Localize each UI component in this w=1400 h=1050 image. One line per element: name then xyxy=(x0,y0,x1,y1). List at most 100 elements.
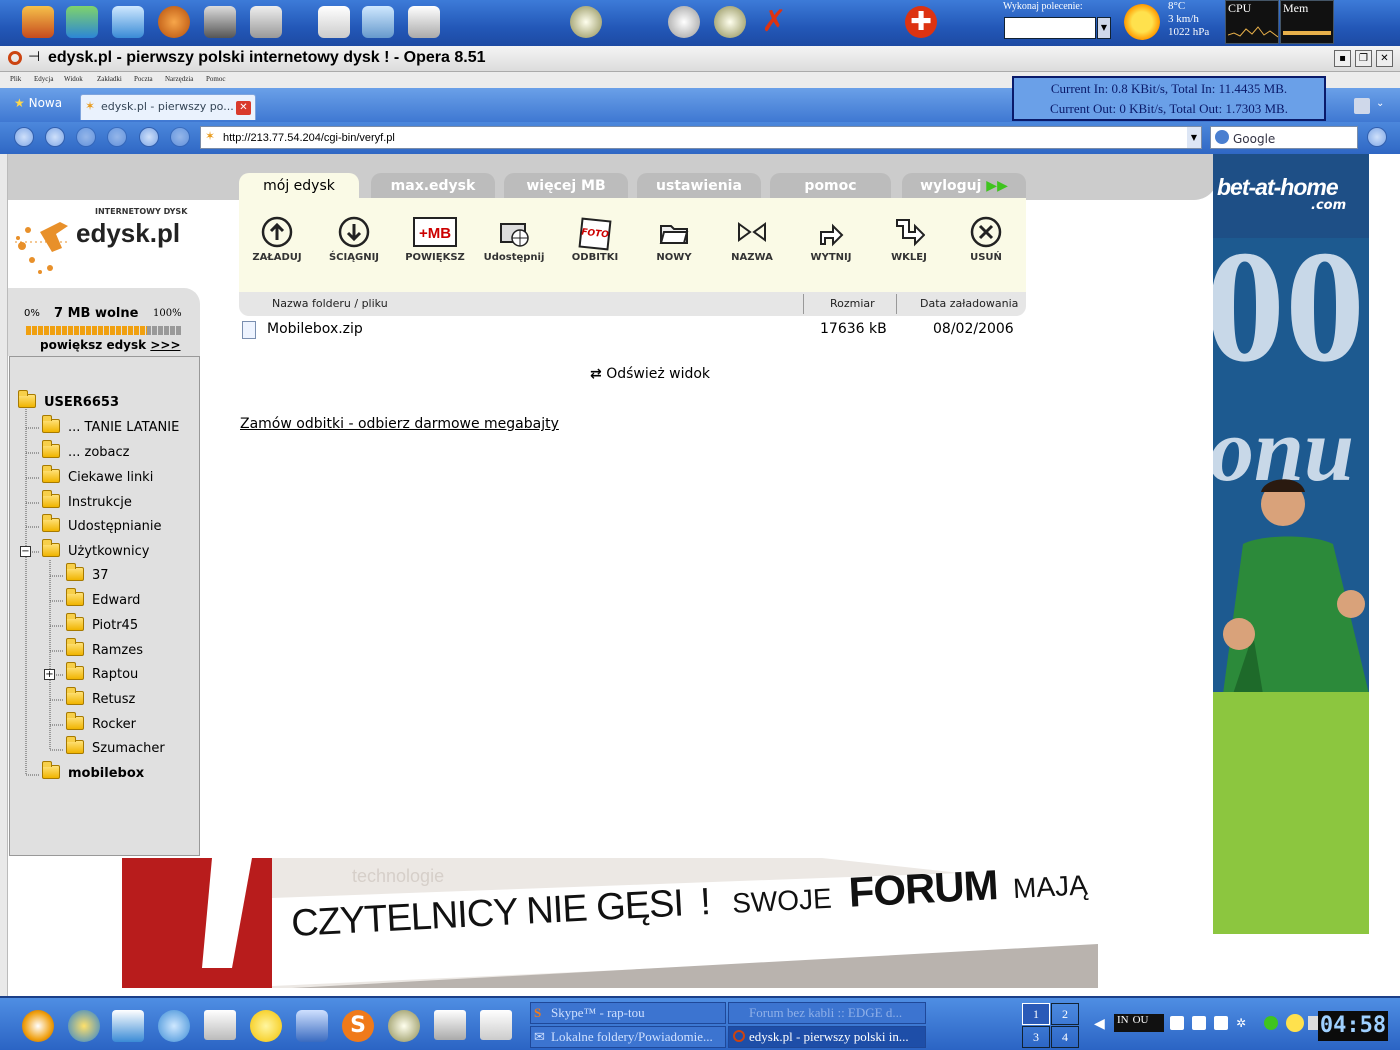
rename-button[interactable]: NAZWA xyxy=(717,216,787,263)
home-button[interactable] xyxy=(170,127,190,147)
trash-icon[interactable] xyxy=(1354,98,1370,114)
minimize-button[interactable]: ▪ xyxy=(1334,50,1351,67)
tab-my-edysk[interactable]: mój edysk xyxy=(239,173,359,200)
gear-icon[interactable] xyxy=(388,1010,420,1042)
bet-at-home-ad[interactable]: bet-at-home .com 00 onu xyxy=(1213,154,1369,934)
desktop-1-button[interactable]: 1 xyxy=(1022,1003,1050,1025)
upload-button[interactable]: ZAŁADUJ xyxy=(242,216,312,263)
tray-icon[interactable] xyxy=(1286,1014,1304,1032)
tray-icon[interactable] xyxy=(1214,1016,1228,1030)
tree-user[interactable]: Szumacher xyxy=(66,736,165,760)
monitor-icon[interactable] xyxy=(204,6,236,38)
search-go-button[interactable] xyxy=(1367,127,1387,147)
paste-button[interactable]: WKLEJ xyxy=(874,216,944,263)
tree-item[interactable]: Udostępnianie xyxy=(42,514,162,538)
tab-edysk[interactable]: ✶ edysk.pl - pierwszy po... ✕ xyxy=(80,94,256,120)
search-input[interactable]: Google xyxy=(1210,126,1358,149)
new-tab-button[interactable]: ★ Nowa xyxy=(14,96,62,110)
home-icon[interactable] xyxy=(112,6,144,38)
tray-icon[interactable] xyxy=(1170,1016,1184,1030)
tree-item[interactable]: Instrukcje xyxy=(42,490,132,514)
site-logo[interactable]: INTERNETOWY DYSK edysk.pl xyxy=(8,200,208,288)
start-icon[interactable] xyxy=(22,1010,54,1042)
task-forum[interactable]: Forum bez kabli :: EDGE d... xyxy=(728,1002,926,1024)
address-input[interactable]: ✶ http://213.77.54.204/cgi-bin/veryf.pl … xyxy=(200,126,1202,149)
tree-item[interactable]: mobilebox xyxy=(42,761,144,785)
firefox-icon[interactable] xyxy=(158,6,190,38)
tree-item[interactable]: − Użytkownicy xyxy=(20,539,149,563)
drive-icon[interactable] xyxy=(434,1010,466,1040)
desktop-3-button[interactable]: 3 xyxy=(1022,1026,1050,1048)
tree-user[interactable]: Ramzes xyxy=(66,638,143,662)
tree-item[interactable]: Ciekawe linki xyxy=(42,465,153,489)
menu-file[interactable]: Plik xyxy=(10,75,21,83)
tree-root[interactable]: USER6653 xyxy=(18,390,119,414)
tab-logout[interactable]: wyloguj ▶▶ xyxy=(902,173,1026,200)
skype-icon[interactable]: S xyxy=(342,1010,374,1042)
tab-max-edysk[interactable]: max.edysk xyxy=(371,173,495,200)
col-date-header[interactable]: Data załadowania xyxy=(920,297,1018,310)
menu-edit[interactable]: Edycja xyxy=(34,75,53,83)
document-icon[interactable] xyxy=(318,6,350,38)
enlarge-button[interactable]: +MB POWIĘKSZ xyxy=(400,216,470,263)
close-icon[interactable]: ✚ xyxy=(905,6,937,38)
file-row[interactable]: Mobilebox.zip 17636 kB 08/02/2006 xyxy=(239,319,1026,341)
promo-link[interactable]: Zamów odbitki - odbierz darmowe megabajt… xyxy=(240,416,559,432)
tree-user[interactable]: Edward xyxy=(66,588,140,612)
tray-gear-icon[interactable]: ✲ xyxy=(1236,1016,1250,1030)
stopwatch-icon[interactable] xyxy=(668,6,700,38)
file-name[interactable]: Mobilebox.zip xyxy=(267,321,363,337)
close-tab-icon[interactable]: ✕ xyxy=(236,101,251,115)
prints-button[interactable]: FOTO ODBITKI xyxy=(560,216,630,263)
task-skype[interactable]: S Skype™ - rap-tou xyxy=(530,1002,726,1024)
forward-button[interactable] xyxy=(76,127,96,147)
forum-banner-ad[interactable]: technologie CZYTELNICY NIE GĘSI ! SWOJE … xyxy=(122,858,1098,988)
new-folder-button[interactable]: NOWY xyxy=(639,216,709,263)
news-icon[interactable] xyxy=(480,1010,512,1040)
tree-user[interactable]: Piotr45 xyxy=(66,613,138,637)
restore-button[interactable]: ❐ xyxy=(1355,50,1372,67)
window-icon[interactable] xyxy=(250,6,282,38)
tab-settings[interactable]: ustawienia xyxy=(637,173,761,200)
delete-button[interactable]: USUŃ xyxy=(951,216,1021,263)
search-icon[interactable] xyxy=(158,1010,190,1042)
cut-button[interactable]: WYTNIJ xyxy=(796,216,866,263)
box-icon[interactable] xyxy=(22,6,54,38)
tab-help[interactable]: pomoc xyxy=(770,173,891,200)
status-icon[interactable] xyxy=(1264,1016,1278,1030)
pin-icon[interactable]: ⊣ xyxy=(28,49,40,65)
volume-icon[interactable]: ◀ xyxy=(1094,1016,1105,1032)
tree-user[interactable]: Rocker xyxy=(66,712,136,736)
task-opera[interactable]: edysk.pl - pierwszy polski in... xyxy=(728,1026,926,1048)
task-mail[interactable]: ✉ Lokalne foldery/Powiadomie... xyxy=(530,1026,726,1048)
home-icon[interactable] xyxy=(112,1010,144,1042)
desktop-2-button[interactable]: 2 xyxy=(1051,1003,1079,1025)
tray-icon[interactable] xyxy=(1308,1016,1318,1030)
tree-item[interactable]: ... zobacz xyxy=(42,440,130,464)
col-name-header[interactable]: Nazwa folderu / pliku xyxy=(272,297,388,310)
refresh-view-link[interactable]: ⇄ Odśwież widok xyxy=(590,366,710,382)
x-icon[interactable]: ✗ xyxy=(758,6,790,38)
calendar-icon[interactable] xyxy=(1192,1016,1206,1030)
run-command-input[interactable] xyxy=(1004,17,1096,39)
close-window-button[interactable]: ✕ xyxy=(1376,50,1393,67)
fast-forward-button[interactable] xyxy=(107,127,127,147)
phone-icon[interactable] xyxy=(296,1010,328,1042)
back-button[interactable] xyxy=(14,127,34,147)
star-launcher-icon[interactable] xyxy=(68,1010,100,1042)
tree-user[interactable]: Retusz xyxy=(66,687,135,711)
tab-more-mb[interactable]: więcej MB xyxy=(504,173,628,200)
tree-user[interactable]: 37 xyxy=(66,563,109,587)
rewind-button[interactable] xyxy=(45,127,65,147)
expand-icon[interactable]: + xyxy=(44,669,55,680)
enlarge-edysk-link[interactable]: powiększ edysk >>> xyxy=(40,338,181,352)
menu-mail[interactable]: Poczta xyxy=(134,75,153,83)
col-size-header[interactable]: Rozmiar xyxy=(830,297,875,310)
collapse-icon[interactable]: − xyxy=(20,546,31,557)
desktop-4-button[interactable]: 4 xyxy=(1051,1026,1079,1048)
computer-icon[interactable] xyxy=(66,6,98,38)
tree-item[interactable]: ... TANIE LATANIE xyxy=(42,415,179,439)
mail-icon[interactable] xyxy=(204,1010,236,1040)
download-button[interactable]: ŚCIĄGNIJ xyxy=(319,216,389,263)
gear-icon[interactable] xyxy=(570,6,602,38)
